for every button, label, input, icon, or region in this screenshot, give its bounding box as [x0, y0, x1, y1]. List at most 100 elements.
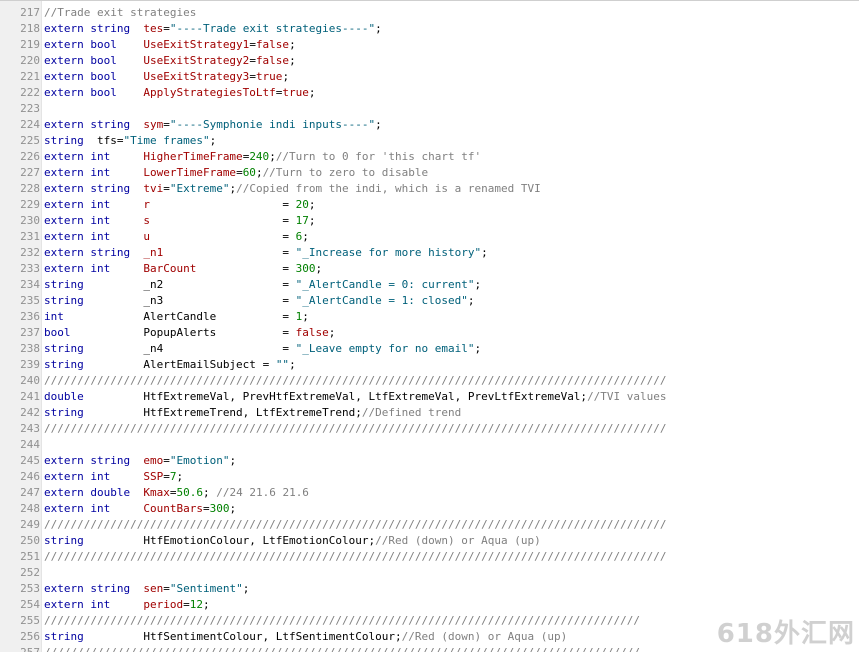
code-token: sym	[143, 118, 164, 131]
code-token: UseExitStrategy1	[143, 38, 250, 51]
code-text: ////////////////////////////////////////…	[44, 549, 667, 565]
line-number: 241	[0, 389, 40, 405]
code-token: period	[143, 598, 184, 611]
code-token: extern int	[44, 166, 144, 179]
code-text: extern bool UseExitStrategy1=false;	[44, 37, 296, 53]
code-token: CountBars	[143, 502, 203, 515]
line-number: 222	[0, 85, 40, 101]
code-token: "----Trade exit strategies----"	[169, 22, 376, 35]
code-token: ;	[289, 38, 296, 51]
code-token: ;	[209, 134, 217, 147]
code-text: string _n4 = "_Leave empty for no email"…	[44, 341, 481, 357]
code-token: =	[163, 582, 170, 595]
line-number: 236	[0, 309, 40, 325]
code-token: string	[44, 630, 144, 643]
code-token: r	[143, 198, 283, 211]
code-token: s	[143, 214, 283, 227]
code-token: 50.6	[176, 486, 203, 499]
code-token: UseExitStrategy3	[143, 70, 250, 83]
code-token: HtfSentimentColour, LtfSentimentColour;	[143, 630, 402, 643]
code-token: ;	[202, 598, 210, 611]
code-token: tfs	[96, 134, 117, 147]
code-text: extern string sym="----Symphonie indi in…	[44, 117, 382, 133]
code-token: string	[44, 342, 144, 355]
code-token: AlertEmailSubject	[143, 358, 263, 371]
line-number: 234	[0, 277, 40, 293]
code-token: =	[282, 326, 296, 339]
code-token: 12	[189, 598, 203, 611]
code-token: bool	[44, 326, 144, 339]
code-token: ;	[176, 470, 184, 483]
code-token: Kmax	[143, 486, 170, 499]
code-text: extern int s = 17;	[44, 213, 316, 229]
code-token: false	[255, 54, 290, 67]
code-token: extern string	[44, 454, 144, 467]
code-token: ;	[302, 310, 309, 323]
code-token: =	[163, 118, 170, 131]
code-text: ////////////////////////////////////////…	[44, 421, 667, 437]
code-token: =	[282, 214, 296, 227]
code-token: =	[163, 470, 170, 483]
code-token: string	[44, 294, 144, 307]
code-text: ////////////////////////////////////////…	[44, 373, 667, 389]
line-number: 225	[0, 133, 40, 149]
line-number: 253	[0, 581, 40, 597]
code-token: ;	[467, 294, 475, 307]
code-text: extern string sen="Sentiment";	[44, 581, 249, 597]
code-token: ;	[308, 214, 316, 227]
code-token: extern string	[44, 118, 144, 131]
code-text: extern bool UseExitStrategy2=false;	[44, 53, 296, 69]
code-token: =	[262, 358, 276, 371]
code-token: UseExitStrategy2	[143, 54, 250, 67]
code-token: 300	[295, 262, 316, 275]
line-number: 228	[0, 181, 40, 197]
code-token: extern int	[44, 470, 144, 483]
code-token: ;	[229, 454, 237, 467]
code-token: tes	[143, 22, 164, 35]
code-token: ;	[302, 230, 309, 243]
code-token: =	[249, 38, 256, 51]
code-token: =	[282, 342, 296, 355]
code-text: extern double Kmax=50.6; //24 21.6 21.6	[44, 485, 309, 501]
code-token: tvi	[143, 182, 164, 195]
line-number: 220	[0, 53, 40, 69]
code-token: ////////////////////////////////////////…	[44, 646, 640, 652]
line-number: 229	[0, 197, 40, 213]
line-number: 245	[0, 453, 40, 469]
code-token: "_Leave empty for no email"	[295, 342, 475, 355]
line-number: 243	[0, 421, 40, 437]
line-number: 256	[0, 629, 40, 645]
code-token: extern int	[44, 198, 144, 211]
code-token: //Defined trend	[361, 406, 462, 419]
code-token: =	[249, 54, 256, 67]
code-token: ApplyStrategiesToLtf	[143, 86, 276, 99]
code-editor[interactable]: 217//Trade exit strategies 218 extern stri…	[0, 0, 859, 652]
line-number: 226	[0, 149, 40, 165]
code-text: extern int HigherTimeFrame=240;//Turn to…	[44, 149, 481, 165]
line-number: 254	[0, 597, 40, 613]
code-token: ;	[202, 486, 217, 499]
code-token: =	[163, 182, 170, 195]
code-token: string	[44, 534, 144, 547]
code-token: =	[282, 198, 296, 211]
code-token: //24 21.6 21.6	[216, 486, 309, 499]
code-token: extern bool	[44, 38, 144, 51]
code-token: ////////////////////////////////////////…	[44, 518, 667, 531]
code-token: false	[295, 326, 329, 339]
code-token: "_AlertCandle = 0: current"	[295, 278, 475, 291]
line-number: 237	[0, 325, 40, 341]
code-text: string HtfEmotionColour, LtfEmotionColou…	[44, 533, 541, 549]
code-text: extern int period=12;	[44, 597, 210, 613]
code-token: 20	[295, 198, 309, 211]
code-token: extern int	[44, 214, 144, 227]
code-token: _n1	[143, 246, 283, 259]
code-token: ;	[289, 54, 296, 67]
code-token: =	[282, 278, 296, 291]
code-text: double HtfExtremeVal, PrevHtfExtremeVal,…	[44, 389, 667, 405]
code-text: extern int CountBars=300;	[44, 501, 236, 517]
code-text: string _n2 = "_AlertCandle = 0: current"…	[44, 277, 481, 293]
code-text: string HtfSentimentColour, LtfSentimentC…	[44, 629, 567, 645]
code-token: PopupAlerts	[143, 326, 283, 339]
code-token: "_AlertCandle = 1: closed"	[295, 294, 468, 307]
code-token: int	[44, 310, 144, 323]
